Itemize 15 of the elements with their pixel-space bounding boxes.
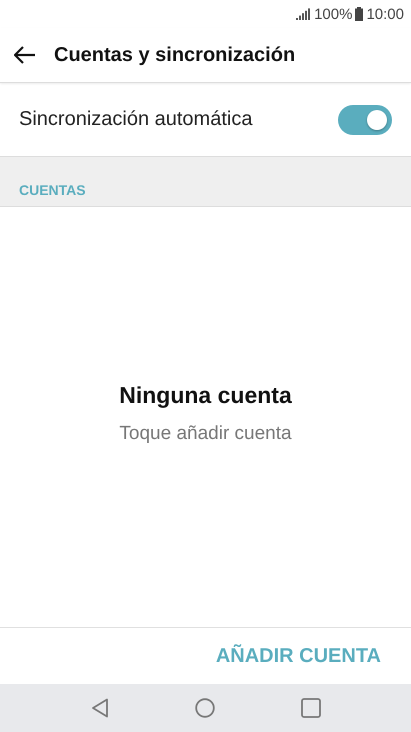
toggle-switch[interactable] (338, 104, 392, 134)
back-icon[interactable] (90, 698, 108, 718)
home-icon[interactable] (194, 698, 214, 718)
signal-icon (296, 8, 312, 20)
battery-icon (355, 7, 364, 21)
add-account-button[interactable]: AÑADIR CUENTA (212, 640, 385, 672)
setting-label: Sincronización automática (19, 108, 252, 131)
back-arrow-icon[interactable] (14, 46, 36, 64)
empty-title: Ninguna cuenta (119, 382, 292, 408)
screen-title: Cuentas y sincronización (54, 44, 296, 66)
recents-icon[interactable] (300, 698, 320, 718)
empty-hint: Toque añadir cuenta (119, 422, 292, 444)
battery-percent: 100% (314, 6, 352, 22)
clock: 10:00 (366, 6, 404, 22)
section-header: CUENTAS (19, 182, 86, 198)
